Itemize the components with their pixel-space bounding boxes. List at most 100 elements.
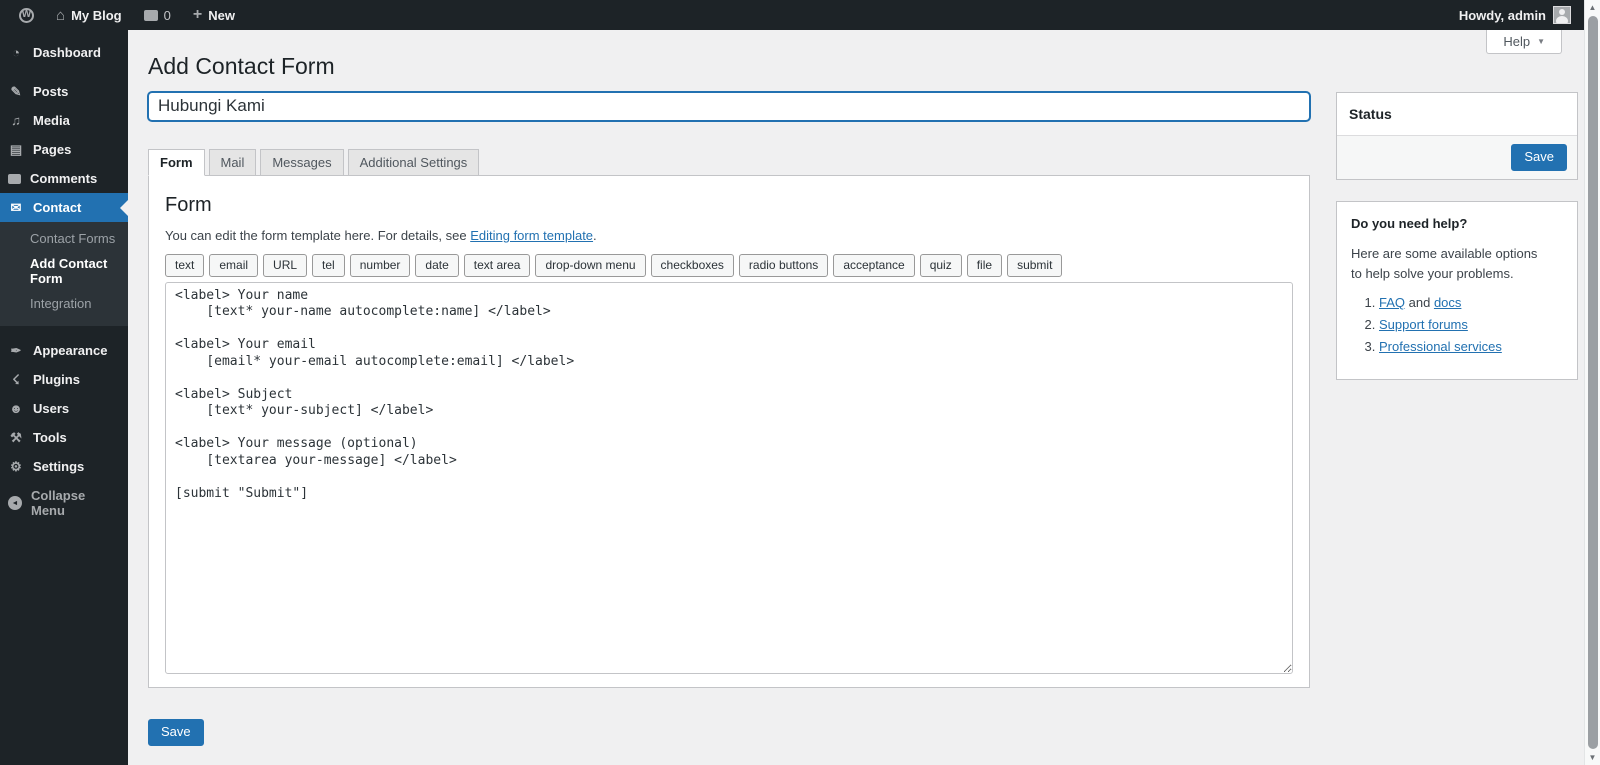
sidebar-item-label: Plugins: [33, 372, 80, 387]
need-help-intro: Here are some available options to help …: [1351, 245, 1538, 281]
tag-button-text[interactable]: text: [165, 253, 205, 277]
tab-mail[interactable]: Mail: [208, 148, 257, 176]
scroll-up-arrow-icon[interactable]: ▲: [1585, 0, 1600, 15]
scroll-down-arrow-icon[interactable]: ▼: [1585, 750, 1600, 765]
tag-button-submit[interactable]: submit: [1007, 253, 1063, 277]
tag-button-acceptance[interactable]: acceptance: [833, 253, 915, 277]
editor-column: FormMailMessagesAdditional Settings Form…: [148, 91, 1310, 746]
site-name-link[interactable]: ⌂ My Blog: [45, 0, 133, 30]
collapse-icon: ◄: [8, 496, 22, 510]
sidebar-item-label: Appearance: [33, 343, 108, 358]
sidebar-item-settings[interactable]: ⚙ Settings: [0, 452, 128, 481]
tag-button-date[interactable]: date: [415, 253, 459, 277]
status-metabox: Status Save: [1336, 91, 1578, 180]
help-link-support-forums[interactable]: Support forums: [1379, 317, 1468, 332]
plugins-icon: ☇: [12, 372, 20, 387]
need-help-metabox: Do you need help? Here are some availabl…: [1336, 200, 1578, 381]
form-panel-description: You can edit the form template here. For…: [165, 228, 1293, 243]
sidebar-subitem-add-contact-form[interactable]: Add Contact Form: [0, 251, 128, 291]
tag-button-email[interactable]: email: [209, 253, 259, 277]
sidebar-item-contact[interactable]: ✉ Contact: [0, 193, 128, 222]
tag-button-url[interactable]: URL: [263, 253, 308, 277]
tag-button-number[interactable]: number: [349, 253, 411, 277]
main-column: W ⌂ My Blog 0 + New Howdy, admin ◔ Dashb…: [0, 0, 1584, 765]
tag-button-text-area[interactable]: text area: [463, 253, 531, 277]
wordpress-logo-icon: W: [19, 7, 34, 23]
sidebar-item-label: Settings: [33, 459, 85, 474]
vertical-scrollbar[interactable]: ▲ ▼: [1584, 0, 1600, 765]
form-panel-heading: Form: [165, 193, 212, 216]
tab-messages[interactable]: Messages: [260, 148, 344, 176]
sidebar-item-dashboard[interactable]: ◔ Dashboard: [0, 38, 128, 67]
help-list-item: FAQ and docs: [1379, 295, 1563, 310]
description-suffix: .: [593, 227, 597, 243]
editing-form-template-link[interactable]: Editing form template: [470, 228, 593, 243]
sidebar-item-posts[interactable]: ✎ Posts: [0, 77, 128, 106]
meta-column: Status Save Do you need help? Here are s…: [1336, 91, 1578, 381]
contact-icon: ✉: [10, 200, 22, 215]
page-title: Add Contact Form: [148, 53, 335, 79]
comment-count: 0: [163, 7, 171, 23]
home-icon: ⌂: [56, 6, 66, 24]
save-button[interactable]: Save: [148, 718, 204, 746]
sidebar-item-comments[interactable]: Comments: [0, 164, 128, 193]
help-tab-button[interactable]: Help ▼: [1486, 30, 1562, 54]
wordpress-admin: W ⌂ My Blog 0 + New Howdy, admin ◔ Dashb…: [0, 0, 1600, 765]
form-title-input[interactable]: [148, 91, 1310, 121]
sidebar-item-pages[interactable]: ▤ Pages: [0, 135, 128, 164]
help-list-item: Support forums: [1379, 317, 1563, 332]
sidebar-subitem-contact-forms[interactable]: Contact Forms: [0, 226, 128, 251]
users-icon: ☻: [9, 401, 23, 416]
tab-form[interactable]: Form: [148, 148, 205, 176]
tab-additional-settings[interactable]: Additional Settings: [347, 148, 480, 176]
wp-logo-menu[interactable]: W: [8, 0, 45, 30]
description-text: You can edit the form template here. For…: [165, 227, 471, 243]
status-title: Status: [1349, 105, 1392, 122]
help-label: Help: [1503, 34, 1531, 49]
new-content-menu[interactable]: + New: [182, 0, 246, 30]
posts-icon: ✎: [10, 84, 22, 99]
help-link-docs[interactable]: docs: [1434, 295, 1461, 310]
media-icon: ♫: [11, 113, 21, 128]
tag-button-drop-down-menu[interactable]: drop-down menu: [535, 253, 646, 277]
scrollbar-thumb[interactable]: [1587, 16, 1598, 749]
need-help-title: Do you need help?: [1351, 215, 1468, 231]
sidebar-item-appearance[interactable]: ✒ Appearance: [0, 336, 128, 365]
help-link-professional-services[interactable]: Professional services: [1379, 339, 1502, 354]
comments-shortcut[interactable]: 0: [133, 0, 182, 30]
tag-button-tel[interactable]: tel: [312, 253, 345, 277]
chevron-down-icon: ▼: [1537, 37, 1545, 46]
tag-button-file[interactable]: file: [966, 253, 1003, 277]
howdy-label: Howdy, admin: [1458, 7, 1546, 23]
help-link-faq[interactable]: FAQ: [1379, 295, 1405, 310]
my-account-menu[interactable]: Howdy, admin: [1459, 0, 1584, 30]
sidebar-item-media[interactable]: ♫ Media: [0, 106, 128, 135]
sidebar-item-collapse[interactable]: ◄ Collapse Menu: [0, 481, 128, 525]
pages-icon: ▤: [9, 142, 23, 157]
comment-bubble-icon: [143, 9, 158, 21]
sidebar-subitem-integration[interactable]: Integration: [0, 291, 128, 316]
tag-generator-buttons: text email URL tel number date text area drop-d…: [165, 253, 1293, 277]
sidebar-item-label: Media: [33, 113, 70, 128]
tools-icon: ⚒: [10, 430, 22, 445]
sidebar-item-plugins[interactable]: ☇ Plugins: [0, 365, 128, 394]
form-template-editor[interactable]: <label> Your name [text* your-name autoc…: [165, 281, 1293, 674]
settings-icon: ⚙: [10, 459, 22, 474]
status-save-button[interactable]: Save: [1511, 143, 1567, 171]
tag-button-quiz[interactable]: quiz: [919, 253, 962, 277]
tag-button-checkboxes[interactable]: checkboxes: [650, 253, 734, 277]
site-name-label: My Blog: [71, 7, 122, 23]
need-help-list: FAQ and docs Support forums Professional s…: [1351, 295, 1563, 354]
sidebar-item-label: Pages: [33, 142, 72, 157]
admin-bar-left: W ⌂ My Blog 0 + New: [0, 0, 246, 30]
content-columns: FormMailMessagesAdditional Settings Form…: [148, 91, 1578, 746]
plus-icon: +: [192, 6, 203, 23]
editor-tabs: Form Mail Messages Additional Settings: [148, 148, 1310, 176]
help-text: and: [1405, 295, 1434, 311]
tag-button-radio-buttons[interactable]: radio buttons: [738, 253, 829, 277]
body-row: ◔ Dashboard ✎ Posts ♫ Media ▤ Pages Comments ✉ Con…: [0, 30, 1584, 765]
sidebar-item-tools[interactable]: ⚒ Tools: [0, 423, 128, 452]
sidebar-item-users[interactable]: ☻ Users: [0, 394, 128, 423]
page-content: Help ▼ Add Contact Form FormMailMessages…: [128, 30, 1584, 765]
sidebar-item-label: Dashboard: [33, 45, 101, 60]
